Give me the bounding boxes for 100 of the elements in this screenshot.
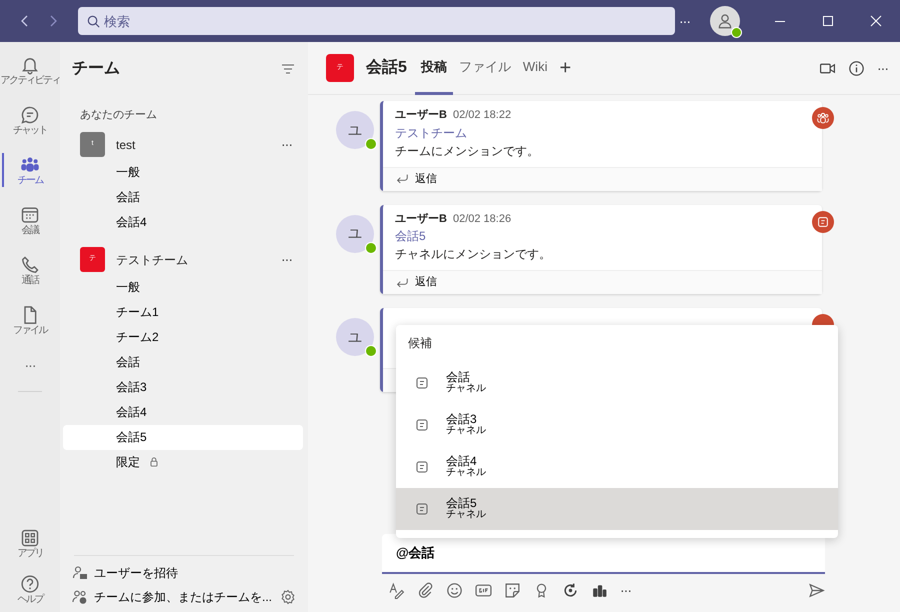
emoji-button[interactable] xyxy=(446,582,463,598)
channel-tab[interactable]: ファイル xyxy=(452,42,517,94)
people-icon xyxy=(816,111,830,125)
timestamp: 02/02 18:26 xyxy=(452,212,512,226)
rail-item[interactable]: チャット xyxy=(0,95,60,145)
help-icon xyxy=(20,574,40,594)
invite-icon xyxy=(72,565,88,581)
channel-item[interactable]: 会話4 xyxy=(63,210,303,234)
presence-dot xyxy=(365,345,377,357)
channel-icon xyxy=(414,417,430,433)
author-name: ユーザーB xyxy=(395,108,447,123)
format-icon xyxy=(388,582,405,598)
sticker-button[interactable] xyxy=(504,582,521,598)
settings-button[interactable] xyxy=(280,589,296,605)
channel-item[interactable]: 会話3 xyxy=(63,374,303,400)
rail-item[interactable]: チーム xyxy=(0,145,60,195)
attach-icon xyxy=(417,582,434,598)
channel-item[interactable]: 会話5 xyxy=(63,424,303,450)
channel-item[interactable]: チーム2 xyxy=(63,324,303,350)
suggestion-name: 会話4 xyxy=(446,455,477,468)
search-icon xyxy=(86,14,101,29)
calendar-icon xyxy=(20,204,40,224)
rail-item[interactable]: ヘルプ xyxy=(0,566,60,612)
profile-avatar[interactable] xyxy=(710,6,740,36)
channel-item[interactable]: 会話 xyxy=(63,184,303,210)
info-icon xyxy=(848,60,865,76)
suggestion-item[interactable]: 会話3 チャネル xyxy=(396,404,838,446)
reply-button[interactable]: 返信 xyxy=(395,274,437,291)
loop-button[interactable] xyxy=(562,582,579,598)
channel-icon xyxy=(414,375,430,391)
channel-icon xyxy=(414,459,430,475)
popup-title: 候補 xyxy=(407,335,433,352)
reply-arrow-icon xyxy=(395,172,409,186)
mention-link[interactable]: 会話5 xyxy=(395,227,810,245)
team-name[interactable]: test xyxy=(116,136,136,154)
rail-item[interactable]: ファイル xyxy=(0,295,60,345)
suggestion-type: チャネル xyxy=(446,426,486,437)
rail-item[interactable]: アクティビティ xyxy=(0,45,60,95)
settings-icon xyxy=(280,589,296,605)
rail-item[interactable]: 通話 xyxy=(0,245,60,295)
more-button[interactable]: ··· xyxy=(281,134,292,155)
format-button[interactable] xyxy=(388,582,405,598)
suggestion-name: 会話 xyxy=(446,371,470,384)
channel-item[interactable]: チーム1 xyxy=(63,300,303,324)
message-input[interactable]: @会話 xyxy=(382,534,825,574)
more-button[interactable]: ··· xyxy=(679,10,690,32)
suggestion-name: 会話5 xyxy=(446,497,477,510)
join-icon xyxy=(72,589,88,605)
channel-icon xyxy=(414,501,430,517)
channel-item[interactable]: 一般 xyxy=(63,274,303,300)
invite-button[interactable]: ユーザーを招待 xyxy=(72,564,178,582)
suggestion-item[interactable]: 会話4 チャネル xyxy=(396,446,838,488)
people-icon xyxy=(20,154,40,174)
channel-icon xyxy=(816,214,830,228)
emoji-icon xyxy=(446,582,463,598)
close-icon xyxy=(868,13,884,29)
channel-tab[interactable]: 投稿 xyxy=(414,42,453,94)
mention-link[interactable]: テストチーム xyxy=(395,124,810,142)
channel-item[interactable]: 一般 xyxy=(63,160,303,184)
apps-icon xyxy=(20,528,40,548)
presence-dot xyxy=(731,27,742,38)
minimize-icon xyxy=(774,20,786,22)
rail-item[interactable]: アプリ xyxy=(0,520,60,566)
attach-button[interactable] xyxy=(417,582,434,598)
rail-item[interactable]: 会議 xyxy=(0,195,60,245)
suggestion-type: チャネル xyxy=(446,384,486,395)
maximize-icon xyxy=(820,13,836,29)
channel-item[interactable]: 会話 xyxy=(63,350,303,374)
suggestion-item[interactable]: 会話 チャネル xyxy=(396,362,838,404)
suggestion-name: 会話3 xyxy=(446,413,477,426)
pane-title: チーム xyxy=(72,58,120,78)
channel-tab[interactable]: Wiki xyxy=(516,42,554,94)
message-text: チャネルにメンションです。 xyxy=(395,246,552,263)
suggestion-item[interactable]: 会話5 チャネル xyxy=(396,488,838,530)
channel-title: 会話5 xyxy=(366,57,407,78)
person-icon xyxy=(716,12,734,30)
sticker-icon xyxy=(504,582,521,598)
gif-button[interactable] xyxy=(475,582,492,598)
phone-icon xyxy=(20,254,40,274)
gif-icon xyxy=(475,582,492,598)
channel-item[interactable]: 限定 xyxy=(63,450,303,474)
join-team-button[interactable]: チームに参加、またはチームを... xyxy=(72,588,272,606)
message-text: チームにメンションです。 xyxy=(395,142,540,160)
reply-button[interactable]: 返信 xyxy=(395,170,437,188)
add-tab-button[interactable]: + xyxy=(559,53,572,83)
suggestion-type: チャネル xyxy=(446,510,486,521)
more-button[interactable]: ··· xyxy=(24,345,36,385)
chat-icon xyxy=(20,104,40,124)
search-field[interactable]: 検索 xyxy=(78,7,675,35)
more-button[interactable]: ··· xyxy=(620,580,631,600)
presence-dot xyxy=(365,242,377,254)
more-button[interactable]: ··· xyxy=(877,58,888,78)
channel-item[interactable]: 会話4 xyxy=(63,400,303,424)
info-button[interactable] xyxy=(848,60,865,76)
send-button[interactable] xyxy=(808,582,825,598)
avatar-initial: ユ xyxy=(348,120,362,140)
reply-arrow-icon xyxy=(395,276,409,290)
team-name[interactable]: テストチーム xyxy=(116,250,188,268)
timestamp: 02/02 18:22 xyxy=(452,108,512,123)
more-button[interactable]: ··· xyxy=(281,249,292,270)
